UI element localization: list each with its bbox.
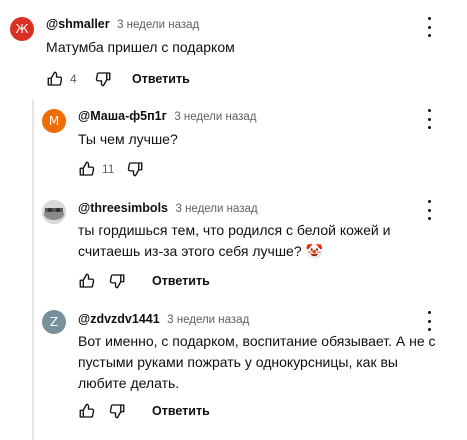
avatar-image bbox=[42, 200, 66, 224]
thumbs-down-icon[interactable] bbox=[94, 70, 112, 88]
author-name[interactable]: @zdvzdv1441 bbox=[78, 312, 160, 326]
comment-text: Ты чем лучше? bbox=[78, 131, 178, 147]
reply-comment: Z @zdvzdv1441 3 недели назад Вот именно,… bbox=[0, 305, 467, 440]
avatar[interactable]: M bbox=[42, 109, 66, 133]
comment-text: Вот именно, с подарком, воспитание обязы… bbox=[78, 333, 436, 391]
more-vertical-icon[interactable] bbox=[421, 108, 437, 130]
comment-header: @Маша-ф5п1г 3 недели назад bbox=[78, 109, 256, 123]
thumbs-down-icon[interactable] bbox=[108, 402, 126, 420]
comment-header: @threesimbols 3 недели назад bbox=[78, 201, 258, 215]
reply-button[interactable]: Ответить bbox=[152, 404, 210, 418]
comment-header: @zdvzdv1441 3 недели назад bbox=[78, 312, 249, 326]
avatar[interactable]: Ж bbox=[10, 17, 34, 41]
more-vertical-icon[interactable] bbox=[421, 199, 437, 221]
thumbs-up-icon[interactable] bbox=[78, 272, 96, 290]
timestamp[interactable]: 3 недели назад bbox=[175, 203, 257, 215]
comment-thread: Ж @shmaller 3 недели назад Матумба прише… bbox=[0, 0, 467, 100]
author-name[interactable]: @shmaller bbox=[46, 17, 110, 31]
reply-comment: M @Маша-ф5п1г 3 недели назад Ты чем лучш… bbox=[0, 100, 467, 195]
reply-comment: @threesimbols 3 недели назад ты гордишьс… bbox=[0, 195, 467, 305]
reply-button[interactable]: Ответить bbox=[152, 274, 210, 288]
like-count: 11 bbox=[102, 162, 115, 176]
like-count: 4 bbox=[70, 72, 77, 86]
avatar[interactable] bbox=[42, 200, 66, 224]
thumbs-up-icon[interactable] bbox=[46, 70, 64, 88]
author-name[interactable]: @Маша-ф5п1г bbox=[78, 109, 167, 123]
comment-actions: Ответить bbox=[78, 401, 210, 421]
comment-text: ты гордишься тем, что родился с белой ко… bbox=[78, 222, 391, 259]
comment-actions: Ответить bbox=[78, 271, 210, 291]
more-vertical-icon[interactable] bbox=[421, 16, 437, 38]
thumbs-up-icon[interactable] bbox=[78, 160, 96, 178]
comment-header: @shmaller 3 недели назад bbox=[46, 17, 199, 31]
author-name[interactable]: @threesimbols bbox=[78, 201, 168, 215]
reply-button[interactable]: Ответить bbox=[132, 72, 190, 86]
timestamp[interactable]: 3 недели назад bbox=[167, 314, 249, 326]
comment-actions: 11 bbox=[78, 159, 144, 179]
comment-text: Матумба пришел с подарком bbox=[46, 39, 235, 55]
thumbs-down-icon[interactable] bbox=[126, 160, 144, 178]
timestamp[interactable]: 3 недели назад bbox=[174, 111, 256, 123]
thumbs-down-icon[interactable] bbox=[108, 272, 126, 290]
avatar[interactable]: Z bbox=[42, 310, 66, 334]
timestamp[interactable]: 3 недели назад bbox=[117, 19, 199, 31]
more-vertical-icon[interactable] bbox=[421, 310, 437, 332]
thumbs-up-icon[interactable] bbox=[78, 402, 96, 420]
comment-actions: 4 Ответить bbox=[46, 69, 190, 89]
